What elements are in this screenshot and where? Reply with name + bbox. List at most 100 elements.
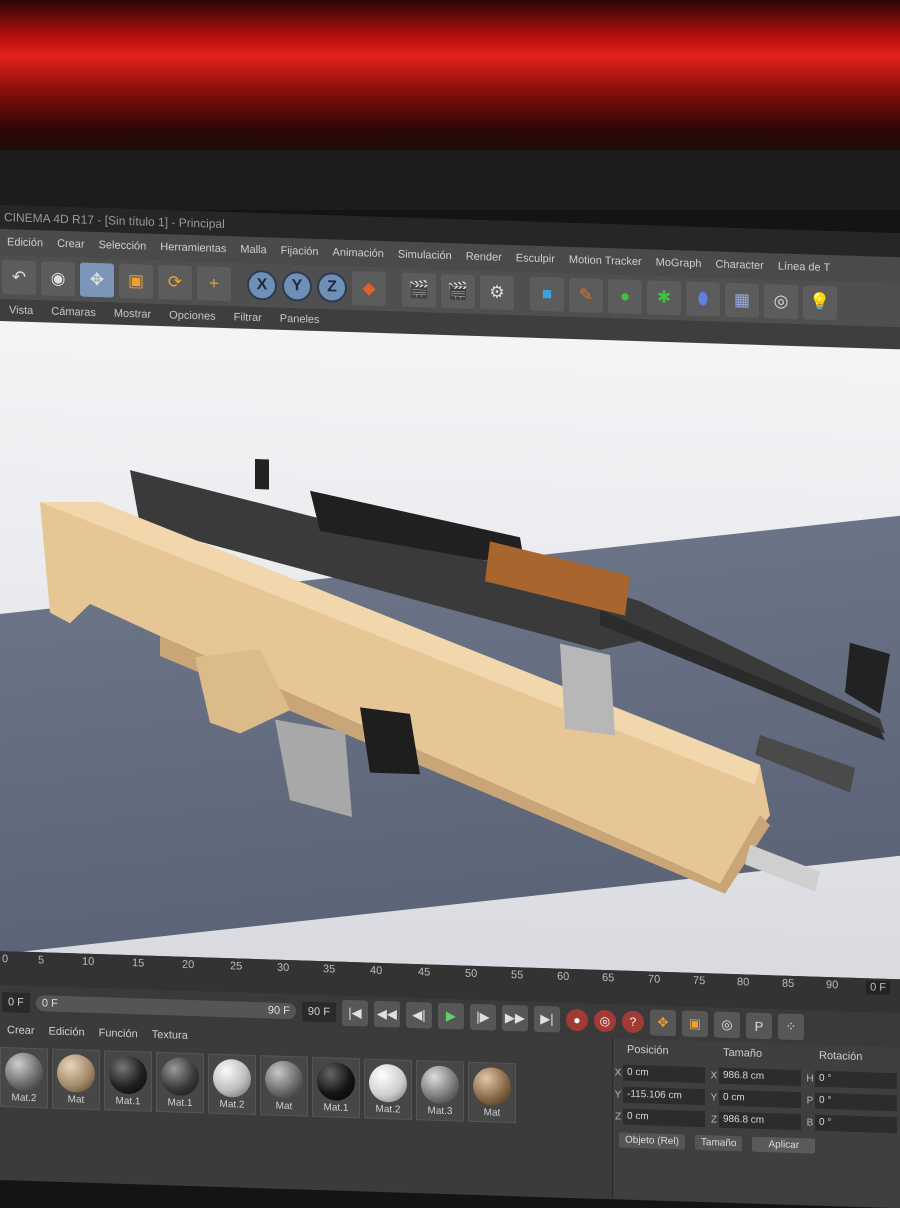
slider-left-label: 0 F [41, 997, 58, 1010]
render-picture-viewer-icon[interactable]: 🎬 [441, 273, 475, 309]
previous-key-icon[interactable]: ◀◀ [373, 1000, 400, 1028]
rotation-b-field[interactable]: 0 ° [815, 1114, 897, 1134]
start-frame-field[interactable]: 0 F [2, 992, 30, 1013]
material-menu-crear[interactable]: Crear [0, 1024, 42, 1037]
slider-right-label: 90 F [267, 1004, 290, 1018]
camera-icon[interactable]: ◎ [764, 284, 798, 320]
next-key-icon[interactable]: ▶▶ [501, 1004, 528, 1032]
go-to-start-icon[interactable]: |◀ [341, 999, 368, 1027]
live-selection-icon[interactable]: ◉ [41, 261, 75, 297]
menu-animacion[interactable]: Animación [326, 246, 391, 260]
spline-pen-icon[interactable]: ✎ [569, 277, 603, 313]
floor-environment-icon[interactable]: ▦ [725, 282, 759, 318]
cube-primitive-icon[interactable]: ■ [530, 276, 564, 312]
rifle-model[interactable] [0, 321, 900, 979]
menu-seleccion[interactable]: Selección [92, 239, 154, 253]
menu-motion-tracker[interactable]: Motion Tracker [562, 254, 649, 269]
header-posicion: Posición [627, 1043, 669, 1058]
viewport-menu-vista[interactable]: Vista [0, 304, 42, 317]
material-sphere [369, 1063, 407, 1103]
material-menu-textura[interactable]: Textura [145, 1029, 195, 1043]
material-menu-funcion[interactable]: Función [92, 1027, 145, 1041]
cloner-icon[interactable]: ✱ [647, 280, 681, 316]
go-to-end-icon[interactable]: ▶| [533, 1005, 560, 1033]
rotate-tool-icon[interactable]: ⟳ [158, 264, 192, 301]
z-axis-lock-button[interactable]: Z [317, 271, 347, 303]
viewport-menu-filtrar[interactable]: Filtrar [225, 311, 271, 324]
material-label: Mat [483, 1107, 501, 1119]
material-swatch[interactable]: Mat.2 [0, 1047, 48, 1109]
key-rotation-icon[interactable]: ◎ [713, 1011, 740, 1039]
scale-tool-icon[interactable]: ▣ [119, 263, 153, 299]
material-swatch[interactable]: Mat.2 [208, 1053, 256, 1116]
menu-render[interactable]: Render [459, 250, 509, 264]
material-swatch[interactable]: Mat [52, 1048, 100, 1111]
size-z-field[interactable]: 986.8 cm [719, 1111, 801, 1131]
add-tool-icon[interactable]: + [197, 266, 231, 302]
subdivision-surface-icon[interactable]: ● [608, 279, 642, 315]
menu-linea-de-tiempo[interactable]: Línea de T [771, 260, 837, 274]
viewport-menu-opciones[interactable]: Opciones [160, 309, 224, 323]
viewport-menu-camaras[interactable]: Cámaras [42, 305, 105, 319]
material-swatch[interactable]: Mat [468, 1061, 516, 1124]
size-mode-dropdown[interactable]: Tamaño [694, 1134, 743, 1152]
timeline-tick: 55 [511, 969, 524, 982]
undo-icon[interactable]: ↶ [2, 260, 36, 296]
material-swatch[interactable]: Mat [260, 1055, 308, 1117]
menu-malla[interactable]: Malla [233, 243, 273, 257]
menu-crear[interactable]: Crear [50, 238, 92, 251]
menu-mograph[interactable]: MoGraph [649, 256, 709, 270]
axis-label: Z [614, 1110, 622, 1123]
menu-character[interactable]: Character [709, 258, 771, 272]
monitor-bezel [0, 150, 900, 210]
key-pla-icon[interactable]: ⁘ [777, 1013, 804, 1041]
timeline-tick: 45 [418, 966, 431, 979]
render-settings-icon[interactable]: ⚙ [480, 275, 514, 311]
deformer-icon[interactable]: ⬮ [686, 281, 720, 317]
preview-range-slider[interactable]: 0 F 90 F [35, 995, 296, 1020]
y-axis-lock-button[interactable]: Y [282, 270, 312, 302]
keyframe-selection-icon[interactable]: ? [621, 1010, 644, 1034]
key-scale-icon[interactable]: ▣ [681, 1010, 708, 1038]
viewport-menu-paneles[interactable]: Paneles [271, 313, 329, 327]
timeline-tick: 5 [38, 954, 45, 967]
apply-button[interactable]: Aplicar [752, 1136, 816, 1154]
material-swatch[interactable]: Mat.3 [416, 1060, 464, 1122]
size-x-field[interactable]: 986.8 cm [719, 1067, 801, 1087]
timeline-tick: 40 [370, 964, 383, 978]
menu-esculpir[interactable]: Esculpir [509, 252, 562, 266]
header-tamano: Tamaño [723, 1046, 763, 1060]
viewport-menu-mostrar[interactable]: Mostrar [105, 307, 160, 321]
menu-fijacion[interactable]: Fijación [274, 245, 326, 259]
menu-herramientas[interactable]: Herramientas [153, 241, 233, 256]
key-position-icon[interactable]: ✥ [649, 1009, 676, 1037]
render-view-icon[interactable]: 🎬 [402, 272, 436, 308]
move-tool-icon[interactable]: ✥ [80, 262, 114, 298]
material-swatch[interactable]: Mat.1 [104, 1050, 152, 1112]
rotation-h-field[interactable]: 0 ° [815, 1070, 897, 1090]
autokey-icon[interactable]: ◎ [593, 1009, 616, 1033]
size-y-field[interactable]: 0 cm [719, 1089, 801, 1109]
x-axis-lock-button[interactable]: X [247, 269, 277, 301]
material-swatch[interactable]: Mat.1 [156, 1051, 204, 1114]
material-swatch[interactable]: Mat.2 [364, 1058, 412, 1120]
material-menu-edicion[interactable]: Edición [42, 1025, 92, 1039]
3d-viewport[interactable] [0, 321, 900, 980]
next-frame-icon[interactable]: |▶ [469, 1003, 496, 1031]
menu-edicion[interactable]: Edición [0, 236, 50, 250]
menu-simulacion[interactable]: Simulación [391, 248, 459, 263]
key-parameter-icon[interactable]: P [745, 1012, 772, 1040]
axis-label: Y [614, 1088, 622, 1101]
position-y-field[interactable]: -115.106 cm [623, 1086, 705, 1106]
coordinate-mode-dropdown[interactable]: Objeto (Rel) [619, 1132, 685, 1150]
end-frame-field[interactable]: 90 F [301, 1001, 336, 1023]
position-z-field[interactable]: 0 cm [623, 1108, 705, 1128]
rotation-p-field[interactable]: 0 ° [815, 1092, 897, 1112]
coordinate-system-icon[interactable]: ◆ [352, 271, 386, 307]
position-x-field[interactable]: 0 cm [623, 1064, 705, 1084]
previous-frame-icon[interactable]: ◀| [405, 1001, 432, 1029]
play-icon[interactable]: ▶ [437, 1002, 464, 1030]
light-icon[interactable]: 💡 [803, 285, 837, 321]
record-keys-icon[interactable]: ● [565, 1008, 588, 1032]
material-swatch[interactable]: Mat.1 [312, 1056, 360, 1119]
